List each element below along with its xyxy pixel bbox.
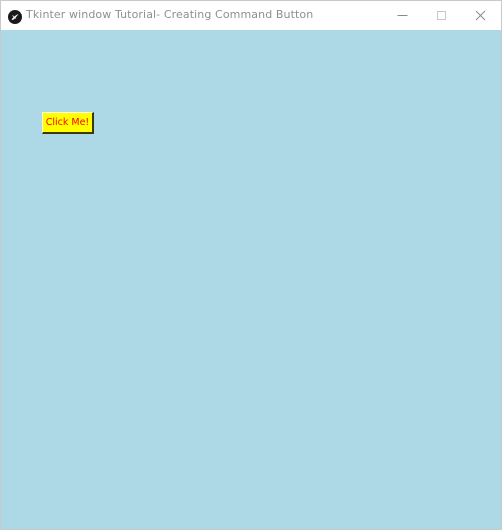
maximize-button[interactable] [422,1,460,30]
window-title: Tkinter window Tutorial- Creating Comman… [26,8,314,21]
maximize-icon [436,11,446,20]
app-icon[interactable] [8,9,22,24]
close-icon [475,10,485,21]
click-me-button[interactable]: Click Me! [42,112,94,134]
app-window: Tkinter window Tutorial- Creating Comman… [0,0,502,530]
minimize-button[interactable] [383,1,421,30]
minimize-icon [397,15,407,16]
close-button[interactable] [461,1,499,30]
title-bar[interactable]: Tkinter window Tutorial- Creating Comman… [1,1,501,30]
window-client-area: Click Me! [1,30,501,529]
